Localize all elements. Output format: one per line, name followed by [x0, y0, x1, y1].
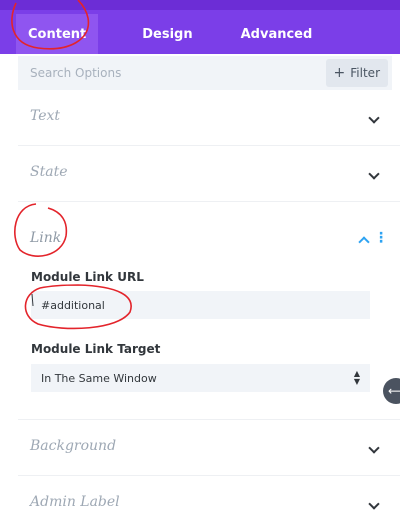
tab-design[interactable]: Design [130, 14, 204, 54]
module-link-target-label: Module Link Target [31, 342, 161, 356]
more-vertical-icon[interactable]: ⋮ [374, 230, 388, 246]
section-title-state: State [30, 164, 68, 180]
search-bar: + Filter [18, 56, 392, 90]
module-link-url-label: Module Link URL [31, 270, 144, 284]
chevron-down-icon[interactable] [368, 112, 380, 124]
tab-advanced[interactable]: Advanced [229, 14, 325, 54]
module-link-url-input[interactable] [31, 291, 370, 319]
chevron-up-icon[interactable] [358, 236, 370, 248]
chevron-down-icon[interactable] [368, 442, 380, 454]
section-background[interactable]: Background [18, 420, 400, 476]
select-value: In The Same Window [41, 371, 157, 385]
header-strip [0, 0, 400, 10]
search-input[interactable] [18, 66, 326, 80]
section-title-link[interactable]: Link [30, 230, 61, 246]
chevron-down-icon[interactable] [368, 498, 380, 510]
section-title-background: Background [30, 438, 117, 454]
chevron-down-icon[interactable] [368, 168, 380, 180]
section-title-text: Text [30, 108, 61, 124]
section-text[interactable]: Text [18, 90, 400, 146]
tab-content[interactable]: Content [16, 14, 99, 54]
section-state[interactable]: State [18, 146, 400, 202]
plus-icon: + [333, 65, 346, 81]
section-title-admin-label: Admin Label [30, 494, 120, 510]
module-link-target-select[interactable]: In The Same Window ▲ ▼ [31, 364, 370, 392]
section-admin-label[interactable]: Admin Label [18, 476, 400, 516]
select-arrows-icon: ▲ ▼ [353, 369, 360, 386]
tab-bar: Content Design Advanced [16, 14, 400, 54]
filter-button[interactable]: + Filter [325, 59, 388, 87]
filter-label: Filter [350, 66, 380, 80]
